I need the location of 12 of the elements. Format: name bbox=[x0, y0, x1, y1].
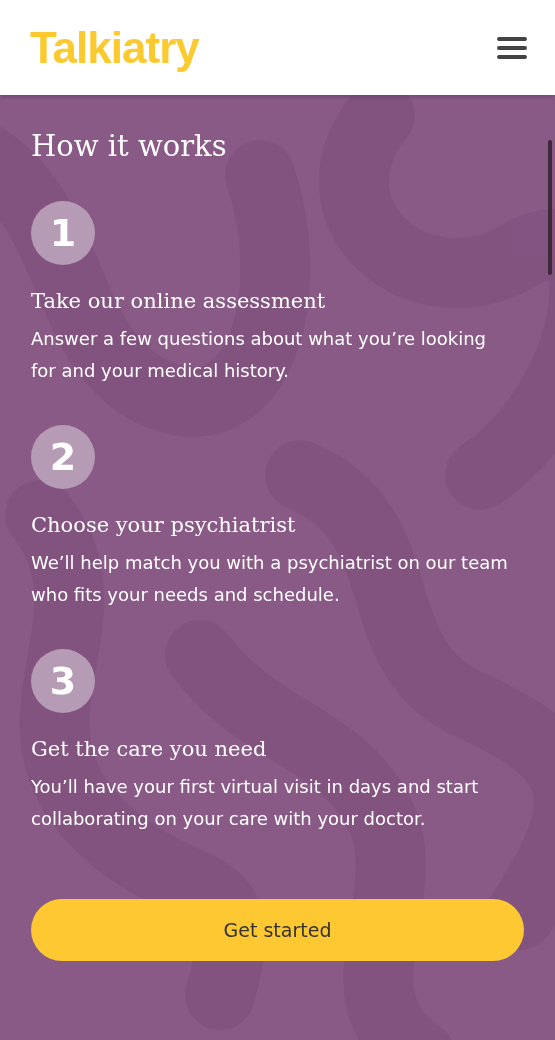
step-description: We’ll help match you with a psychiatrist on our team who fits your needs and schedule. bbox=[31, 551, 509, 607]
get-started-button[interactable]: Get started bbox=[31, 899, 524, 961]
section-heading: How it works bbox=[31, 129, 228, 163]
step-description: You’ll have your first virtual visit in days and start collaborating on your care with your doctor. bbox=[31, 775, 480, 831]
step-title: Choose your psychiatrist bbox=[31, 513, 296, 537]
step-title: Take our online assessment bbox=[31, 289, 326, 313]
step-description: Answer a few questions about what you’re looking for and your medical history. bbox=[31, 327, 487, 383]
menu-icon[interactable] bbox=[497, 35, 527, 60]
step-number: 1 bbox=[31, 201, 95, 265]
step-number: 2 bbox=[31, 425, 95, 489]
step-title: Get the care you need bbox=[31, 737, 267, 761]
step-number: 3 bbox=[31, 649, 95, 713]
